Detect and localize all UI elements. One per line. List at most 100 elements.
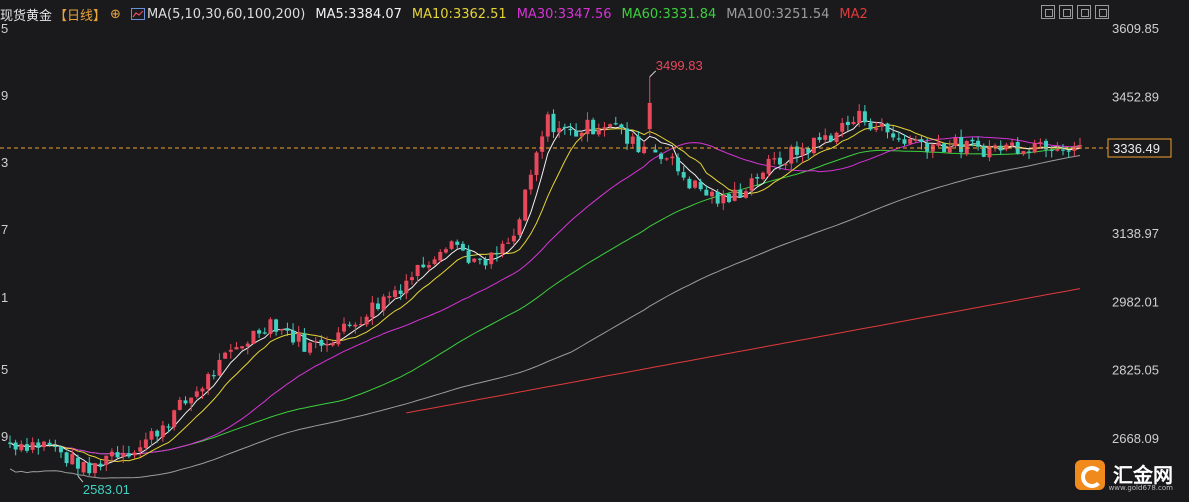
candle-up: [438, 251, 443, 261]
candle-up: [149, 431, 154, 440]
candle-up: [908, 138, 913, 144]
candle-down: [636, 136, 641, 153]
candle-down: [460, 243, 465, 251]
left-axis-tick: 9: [1, 429, 8, 444]
candle-down: [1049, 149, 1054, 151]
ma-indicator-icon[interactable]: [130, 8, 145, 20]
candle-up: [523, 189, 528, 221]
candle-up: [517, 219, 522, 235]
ma60-value: MA60:3331.84: [621, 6, 717, 22]
candle-up: [710, 191, 715, 197]
candle-up: [760, 172, 765, 179]
candle-up: [426, 265, 431, 268]
candle-down: [87, 462, 92, 474]
candle-up: [789, 146, 794, 164]
left-axis-tick: 1: [1, 290, 8, 305]
candle-down: [36, 442, 41, 448]
candle-up: [404, 280, 409, 294]
ma-group-label: MA(5,10,30,60,100,200): [146, 6, 306, 22]
candle-down: [375, 303, 380, 310]
candle-up: [296, 332, 301, 342]
candle-up: [602, 127, 607, 130]
candle-down: [625, 128, 630, 144]
candle-up: [143, 439, 148, 448]
candle-down: [698, 181, 703, 190]
candle-up: [851, 121, 856, 125]
candle-down: [13, 442, 18, 450]
candle-up: [104, 455, 109, 465]
candle-down: [551, 113, 556, 133]
candle-up: [409, 277, 414, 281]
candle-down: [681, 172, 686, 178]
candle-up: [1078, 144, 1082, 147]
candle-up: [381, 296, 386, 311]
indicator-header: 现货黄金 【日线】 ⊕ MA(5,10,30,60,100,200) MA5:3…: [0, 4, 878, 24]
candle-down: [398, 290, 403, 294]
price-axis-tick: 2825.05: [1112, 363, 1159, 378]
candle-up: [240, 346, 245, 349]
candle-down: [291, 330, 296, 343]
zoom-tool-icon[interactable]: [1059, 5, 1073, 19]
candle-up: [936, 142, 941, 146]
logo-name: 汇金网: [1113, 463, 1173, 487]
candle-up: [811, 137, 816, 154]
settings-icon[interactable]: ⊕: [110, 7, 121, 22]
candle-up: [172, 410, 177, 428]
candle-down: [24, 444, 29, 451]
low-label: 2583.01: [83, 482, 130, 497]
candle-up: [359, 324, 364, 326]
price-axis-tick: 3138.97: [1112, 226, 1159, 241]
candle-up: [109, 451, 114, 457]
candlestick-chart: 3609.85 3452.89 3138.97 2982.01 2825.05 2668.…: [0, 21, 1172, 497]
candle-up: [596, 129, 601, 135]
fullscreen-tool-icon[interactable]: [1095, 5, 1109, 19]
candle-down: [925, 143, 930, 152]
candle-down: [726, 194, 731, 203]
candle-down: [613, 123, 618, 125]
candle-down: [262, 332, 267, 334]
candle-up: [330, 343, 335, 346]
period-selector[interactable]: 【日线】: [54, 5, 106, 24]
candle-up: [800, 148, 805, 156]
candle-down: [562, 126, 567, 129]
crosshair-tool-icon[interactable]: [1041, 5, 1055, 19]
candle-up: [964, 141, 969, 154]
candle-down: [115, 452, 120, 458]
candle-up: [840, 122, 845, 132]
candle-up: [353, 324, 358, 327]
candle-down: [653, 149, 658, 153]
left-axis-tick: 3: [1, 155, 8, 170]
high-label: 3499.83: [656, 58, 703, 73]
candle-down: [817, 137, 822, 140]
layout-tool-icon[interactable]: [1077, 5, 1091, 19]
candle-up: [540, 136, 545, 152]
candle-up: [132, 452, 137, 456]
candle-up: [325, 344, 330, 346]
candle-down: [1066, 150, 1071, 152]
candle-up: [370, 302, 375, 318]
candle-up: [206, 374, 211, 390]
candle-down: [483, 259, 488, 266]
left-axis-tick: 5: [1, 362, 8, 377]
left-axis-tick: 7: [1, 222, 8, 237]
candle-down: [58, 447, 63, 453]
candle-down: [868, 122, 873, 130]
candle-up: [30, 442, 35, 450]
candle-down: [919, 139, 924, 143]
candle-down: [98, 463, 103, 467]
candle-up: [472, 258, 477, 262]
candle-up: [953, 137, 958, 147]
candle-down: [183, 400, 188, 404]
candle-down: [959, 136, 964, 153]
candle-up: [874, 128, 879, 130]
candle-up: [1055, 149, 1060, 151]
candle-up: [415, 264, 420, 277]
candle-down: [591, 119, 596, 135]
candle-down: [155, 430, 160, 437]
candle-down: [455, 241, 460, 245]
candle-down: [896, 138, 901, 140]
candle-up: [1038, 142, 1043, 144]
candle-up: [721, 195, 726, 204]
candle-up: [647, 102, 652, 130]
candle-down: [891, 133, 896, 138]
